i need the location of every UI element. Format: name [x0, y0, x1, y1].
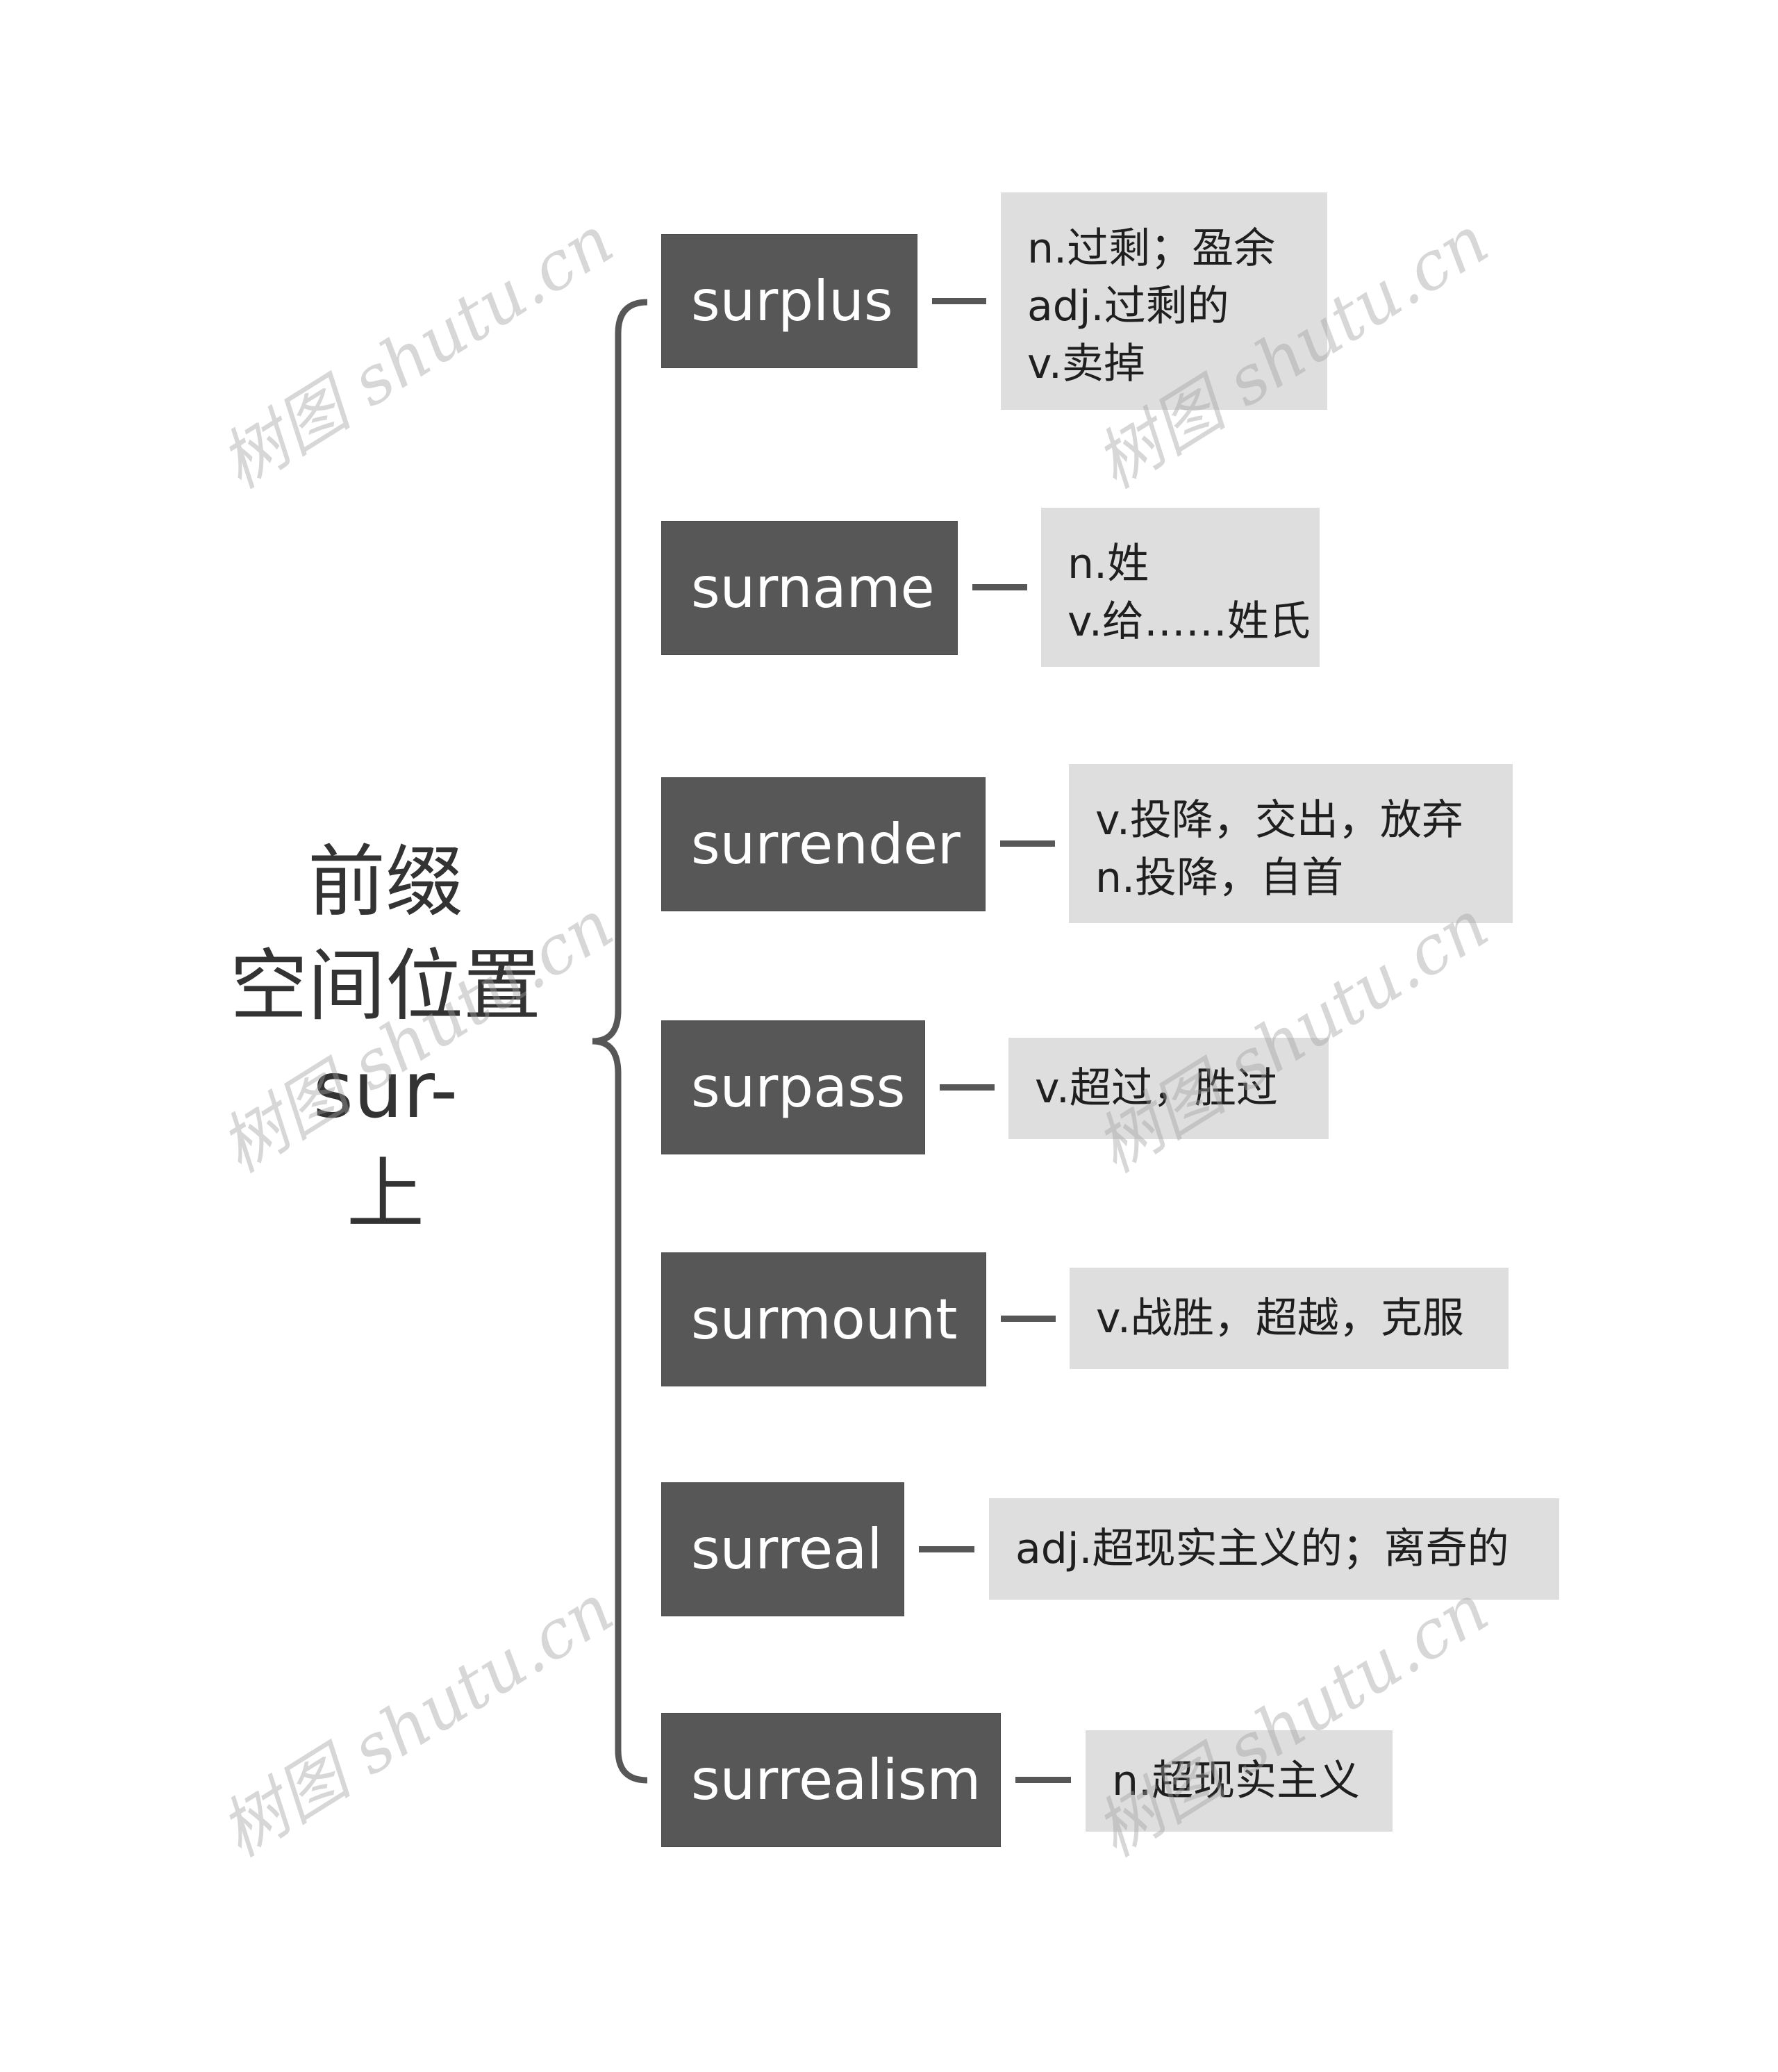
word-label: surrender — [691, 812, 961, 877]
definition-line: adj.超现实主义的；离奇的 — [1015, 1524, 1509, 1573]
bracket-connector — [592, 299, 648, 1784]
root-topic[interactable]: 前缀 空间位置 sur- 上 — [208, 830, 563, 1247]
definition-line: n.投降，自首 — [1095, 854, 1344, 902]
connector-line — [1000, 840, 1055, 847]
definition-line: adj.过剩的 — [1027, 282, 1229, 331]
definition-line: v.卖掉 — [1027, 340, 1145, 388]
word-node-surreal[interactable]: surreal — [661, 1482, 904, 1616]
definition-node-surmount[interactable]: v.战胜，超越，克服 — [1070, 1268, 1509, 1369]
connector-line — [919, 1546, 974, 1552]
definition-line: v.超过，胜过 — [1035, 1063, 1278, 1113]
connector-line — [972, 584, 1027, 590]
word-label: surreal — [691, 1517, 883, 1582]
root-line-4: 上 — [347, 1150, 424, 1240]
word-label: surplus — [691, 269, 893, 333]
definition-line: n.超现实主义 — [1112, 1756, 1361, 1805]
definition-line: v.战胜，超越，克服 — [1096, 1293, 1464, 1343]
definition-line: v.投降，交出，放弃 — [1095, 796, 1463, 845]
root-line-1: 前缀 — [308, 837, 463, 927]
definition-node-surrealism[interactable]: n.超现实主义 — [1086, 1730, 1393, 1832]
definition-line: n.姓 — [1067, 540, 1149, 588]
connector-line — [940, 1084, 995, 1091]
definition-node-surreal[interactable]: adj.超现实主义的；离奇的 — [989, 1498, 1559, 1600]
word-node-surpass[interactable]: surpass — [661, 1020, 925, 1154]
definition-node-surname[interactable]: n.姓 v.给……姓氏 — [1041, 508, 1320, 667]
definition-node-surpass[interactable]: v.超过，胜过 — [1008, 1038, 1329, 1139]
connector-line — [1015, 1777, 1071, 1783]
definition-node-surrender[interactable]: v.投降，交出，放弃 n.投降，自首 — [1069, 764, 1513, 923]
root-line-2: 空间位置 — [230, 941, 541, 1031]
connector-line — [1001, 1316, 1056, 1322]
definition-line: n.过剩；盈余 — [1027, 224, 1276, 273]
root-line-3: sur- — [313, 1045, 458, 1136]
definition-node-surplus[interactable]: n.过剩；盈余 adj.过剩的 v.卖掉 — [1001, 192, 1327, 410]
word-node-surname[interactable]: surname — [661, 521, 958, 655]
word-node-surrender[interactable]: surrender — [661, 777, 986, 911]
word-node-surrealism[interactable]: surrealism — [661, 1713, 1001, 1847]
word-node-surplus[interactable]: surplus — [661, 234, 917, 368]
word-node-surmount[interactable]: surmount — [661, 1252, 986, 1386]
connector-line — [932, 298, 986, 304]
word-label: surname — [691, 556, 935, 620]
word-label: surrealism — [691, 1748, 981, 1812]
definition-line: v.给……姓氏 — [1067, 597, 1311, 646]
word-label: surpass — [691, 1055, 906, 1120]
word-label: surmount — [691, 1287, 958, 1352]
